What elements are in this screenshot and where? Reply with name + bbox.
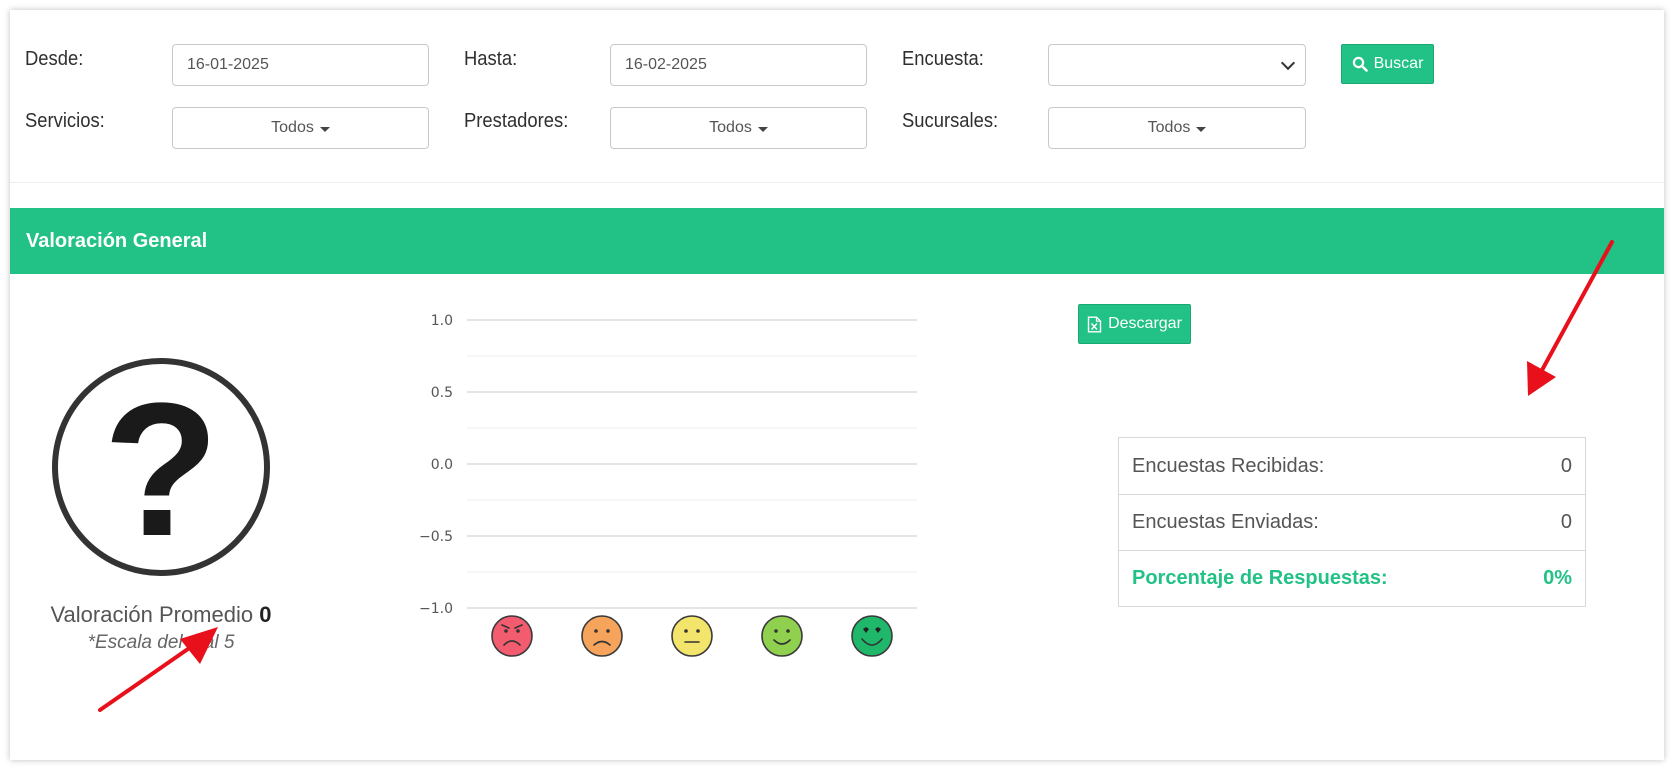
annotation-arrow	[98, 627, 218, 712]
annotation-arrows	[98, 240, 1614, 712]
annotation-arrow	[1527, 240, 1614, 396]
